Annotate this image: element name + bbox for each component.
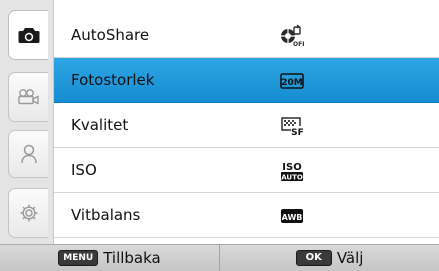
category-sidebar	[0, 0, 53, 244]
iso-auto-icon: ISO AUTO	[280, 159, 304, 183]
tab-person[interactable]	[8, 130, 48, 178]
menu-item-label: ISO	[71, 161, 97, 179]
tab-settings[interactable]	[8, 188, 48, 238]
white-balance-awb-icon: AWB	[280, 204, 304, 228]
menu-item-label: Fotostorlek	[71, 71, 155, 89]
menu-item-white-balance[interactable]: Vitbalans AWB	[54, 193, 439, 238]
svg-text:OFF: OFF	[293, 41, 304, 48]
back-button[interactable]: MENU Tillbaka	[0, 245, 219, 271]
menu-item-label: Kvalitet	[71, 116, 129, 134]
back-label: Tillbaka	[103, 249, 161, 267]
select-label: Välj	[336, 249, 364, 267]
autoshare-off-icon: OFF	[280, 24, 304, 48]
menu-key-badge: MENU	[58, 250, 99, 266]
ok-key-badge: OK	[295, 250, 332, 266]
gear-icon	[19, 203, 39, 223]
quality-sf-icon: SF	[280, 114, 304, 138]
tab-video[interactable]	[8, 72, 48, 122]
camera-icon	[18, 26, 40, 44]
menu-item-quality[interactable]: Kvalitet SF	[54, 103, 439, 148]
settings-menu: AutoShare OFF Fotostorlek 20M Kvalitet	[53, 0, 439, 244]
menu-item-iso[interactable]: ISO ISO AUTO	[54, 148, 439, 193]
video-camera-icon	[17, 88, 41, 106]
svg-text:SF: SF	[291, 128, 304, 136]
menu-item-autoshare[interactable]: AutoShare OFF	[54, 13, 439, 58]
menu-item-photo-size[interactable]: Fotostorlek 20M	[54, 58, 439, 103]
svg-text:ISO: ISO	[282, 162, 301, 173]
photo-size-20m-icon: 20M	[280, 69, 304, 93]
select-button[interactable]: OK Välj	[219, 245, 439, 271]
tab-camera[interactable]	[8, 10, 48, 60]
footer-bar: MENU Tillbaka OK Välj	[0, 244, 439, 271]
svg-text:AWB: AWB	[282, 213, 303, 222]
menu-item-label: Vitbalans	[71, 206, 141, 224]
menu-item-label: AutoShare	[71, 26, 150, 44]
svg-text:20M: 20M	[281, 78, 303, 88]
person-icon	[19, 143, 39, 165]
svg-text:AUTO: AUTO	[281, 174, 303, 182]
